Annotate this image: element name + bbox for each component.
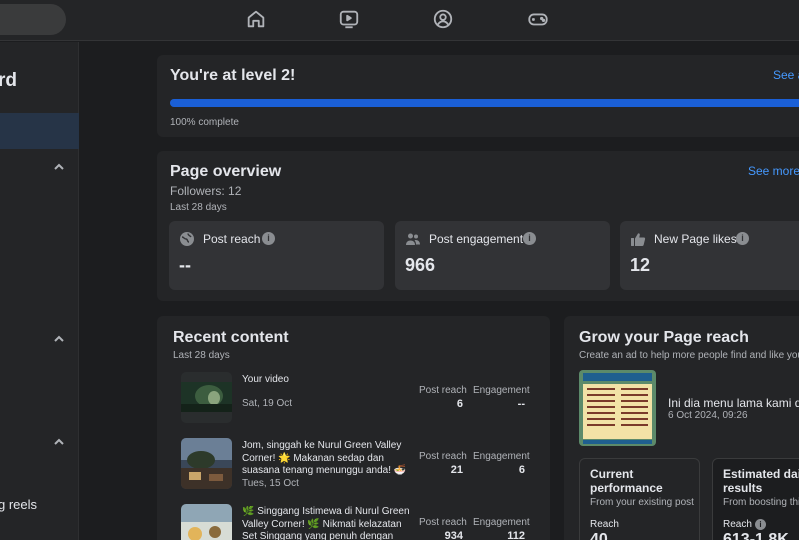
list-item[interactable]: Your video Sat, 19 Oct Post reach Engage… bbox=[181, 372, 531, 428]
see-all-link[interactable]: See a bbox=[773, 68, 799, 82]
post-thumbnail bbox=[181, 438, 232, 489]
post-text: Ini dia menu lama kami di N bbox=[668, 396, 799, 410]
level-progress-fill bbox=[170, 99, 799, 107]
top-navigation-bar bbox=[0, 0, 799, 41]
estimated-results-subtitle: From boosting this bbox=[723, 497, 799, 508]
recent-period: Last 28 days bbox=[173, 350, 230, 361]
page-overview-card: Page overview Followers: 12 Last 28 days… bbox=[157, 151, 799, 301]
gaming-icon[interactable] bbox=[527, 8, 549, 30]
people-icon[interactable] bbox=[432, 8, 454, 30]
grow-subtitle: Create an ad to help more people find an… bbox=[579, 350, 799, 361]
sidebar-title: rd bbox=[0, 70, 17, 91]
home-icon[interactable] bbox=[245, 8, 267, 30]
recent-content-card: Recent content Last 28 days Your video S… bbox=[157, 316, 550, 540]
chevron-up-icon[interactable] bbox=[52, 435, 66, 449]
reach-value: 21 bbox=[450, 464, 463, 476]
list-item[interactable]: Jom, singgah ke Nurul Green Valley Corne… bbox=[181, 438, 531, 494]
video-icon[interactable] bbox=[338, 8, 360, 30]
engagement-value: 6 bbox=[518, 464, 525, 476]
estimated-results-box: Estimated daily results From boosting th… bbox=[712, 458, 799, 540]
metric-post-engagement[interactable]: Post engagement i 966 bbox=[395, 221, 610, 290]
metric-value: 12 bbox=[630, 255, 651, 275]
reach-label: Post reach bbox=[419, 517, 467, 528]
info-icon[interactable]: i bbox=[262, 232, 275, 245]
item-date: Sat, 19 Oct bbox=[242, 398, 293, 409]
engagement-label: Engagement bbox=[473, 517, 530, 528]
overview-period: Last 28 days bbox=[170, 202, 227, 213]
metric-value: 966 bbox=[405, 255, 436, 275]
post-date: 6 Oct 2024, 09:26 bbox=[668, 410, 748, 421]
level-title: You're at level 2! bbox=[170, 67, 296, 84]
info-icon[interactable]: i bbox=[736, 232, 749, 245]
level-card: You're at level 2! See a 100% complete bbox=[157, 55, 799, 137]
metric-label: New Page likes bbox=[654, 232, 737, 246]
chevron-up-icon[interactable] bbox=[52, 332, 66, 346]
engagement-label: Engagement bbox=[473, 385, 530, 396]
reach-label: Post reach bbox=[419, 385, 467, 396]
metric-new-page-likes[interactable]: New Page likes i 12 bbox=[620, 221, 799, 290]
current-performance-subtitle: From your existing post bbox=[590, 497, 694, 508]
left-sidebar: rd g reels bbox=[0, 42, 79, 540]
metric-post-reach[interactable]: Post reach i -- bbox=[169, 221, 384, 290]
engagement-label: Engagement bbox=[473, 451, 530, 462]
followers-count: Followers: 12 bbox=[170, 184, 242, 198]
list-item[interactable]: 🌿 Singgang Istimewa di Nurul Green Valle… bbox=[181, 504, 531, 540]
engagement-value: -- bbox=[517, 398, 525, 410]
info-icon[interactable]: i bbox=[523, 232, 536, 245]
level-progress-bar bbox=[170, 99, 799, 107]
current-reach-label: Reach bbox=[590, 519, 619, 530]
metric-label: Post reach bbox=[203, 232, 261, 246]
info-icon[interactable]: i bbox=[755, 519, 766, 530]
current-performance-title: Current performance bbox=[590, 467, 663, 495]
metric-value: -- bbox=[179, 255, 191, 275]
current-reach-value: 40 bbox=[590, 531, 608, 540]
estimated-results-title: Estimated daily results bbox=[723, 467, 799, 495]
people-icon bbox=[405, 231, 421, 247]
progress-text: 100% complete bbox=[170, 117, 239, 128]
reach-label: Post reach bbox=[419, 451, 467, 462]
grow-page-reach-card: Grow your Page reach Create an ad to hel… bbox=[564, 316, 799, 540]
sidebar-item-reels[interactable]: g reels bbox=[0, 497, 37, 512]
thumbs-up-icon bbox=[630, 231, 646, 247]
item-title: 🌿 Singgang Istimewa di Nurul Green Valle… bbox=[242, 506, 410, 540]
video-thumbnail bbox=[181, 372, 232, 423]
item-title: Your video bbox=[242, 374, 289, 385]
chevron-up-icon[interactable] bbox=[52, 160, 66, 174]
item-title: Jom, singgah ke Nurul Green Valley Corne… bbox=[242, 440, 407, 478]
recent-title: Recent content bbox=[173, 329, 289, 346]
estimated-reach-value: 613-1.8K bbox=[723, 531, 789, 540]
metric-label: Post engagement bbox=[429, 232, 524, 246]
reach-value: 6 bbox=[456, 398, 463, 410]
sidebar-item-active[interactable] bbox=[0, 113, 79, 149]
current-performance-box: Current performance From your existing p… bbox=[579, 458, 700, 540]
search-input[interactable] bbox=[0, 4, 66, 35]
see-more-link[interactable]: See more i bbox=[748, 164, 799, 178]
grow-title: Grow your Page reach bbox=[579, 329, 749, 346]
post-thumbnail[interactable] bbox=[579, 370, 656, 446]
post-thumbnail bbox=[181, 504, 232, 540]
overview-title: Page overview bbox=[170, 163, 282, 180]
estimated-reach-label: Reach bbox=[723, 519, 752, 530]
globe-icon bbox=[179, 231, 195, 247]
reach-value: 934 bbox=[444, 530, 463, 540]
engagement-value: 112 bbox=[507, 530, 525, 540]
item-date: Tues, 15 Oct bbox=[242, 478, 299, 489]
